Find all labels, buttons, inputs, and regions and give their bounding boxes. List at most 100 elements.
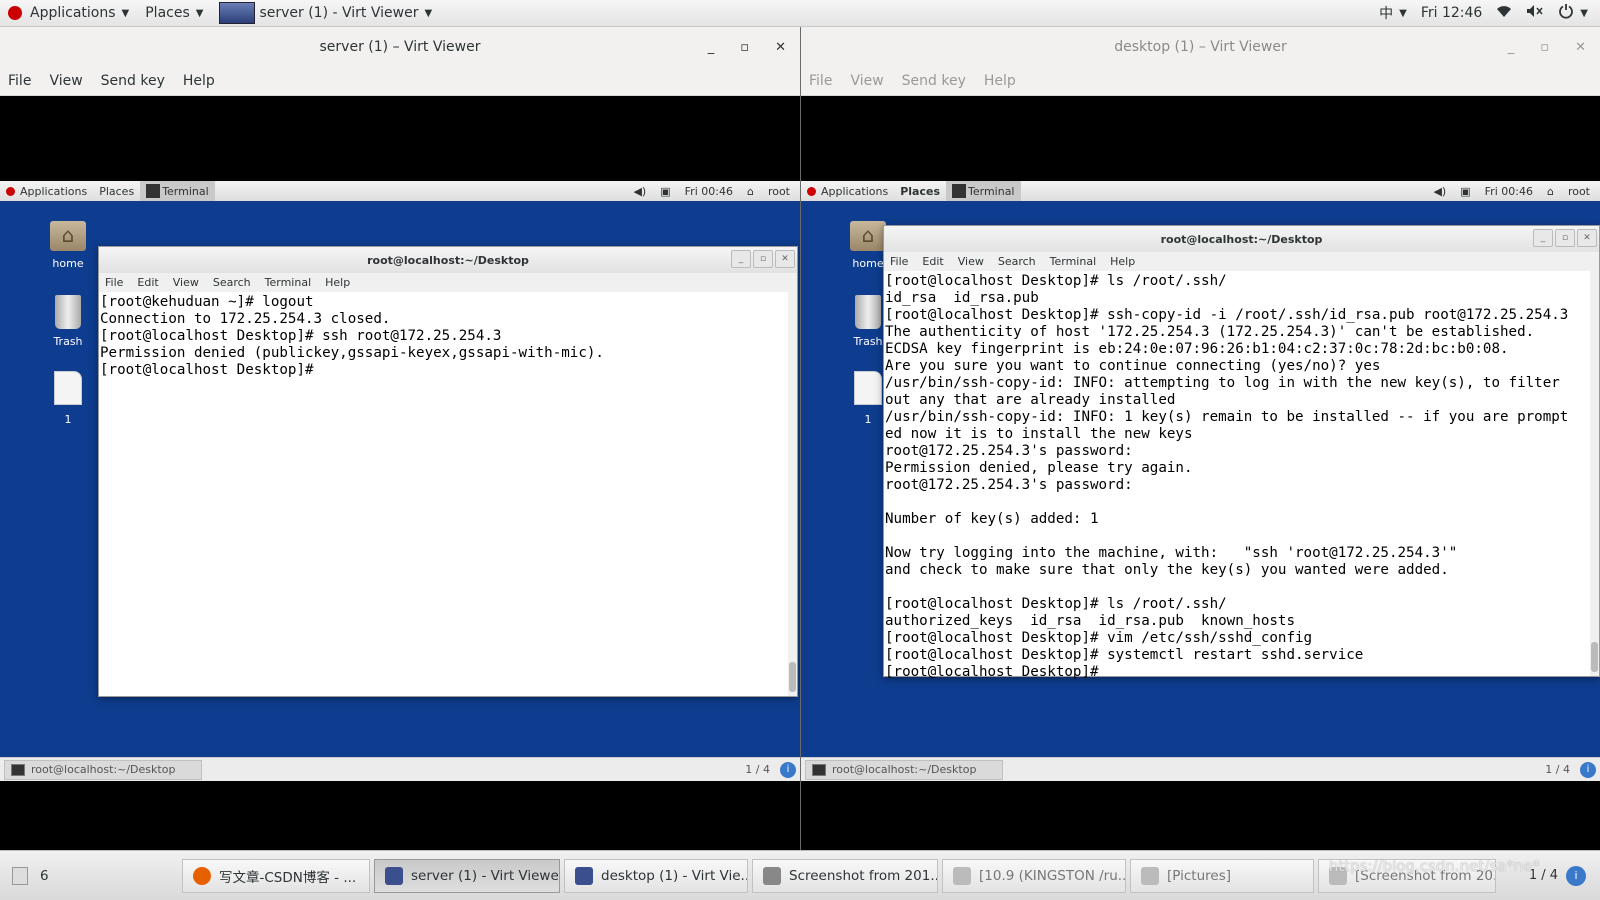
- taskbar-label: server (1) - Virt Viewer: [411, 867, 560, 884]
- term-menu-search[interactable]: Search: [998, 255, 1036, 268]
- scrollbar-thumb[interactable]: [1591, 642, 1598, 672]
- terminal-output[interactable]: [root@localhost Desktop]# ls /root/.ssh/…: [884, 271, 1599, 683]
- term-menu-terminal[interactable]: Terminal: [1050, 255, 1097, 268]
- minimize-icon[interactable]: _: [731, 250, 751, 268]
- maximize-icon[interactable]: ▫: [1540, 40, 1549, 55]
- desktop-icon-label: home: [852, 257, 884, 270]
- menu-send-key[interactable]: Send key: [101, 73, 165, 89]
- taskbar-item-pictures[interactable]: [Pictures]: [1130, 858, 1314, 893]
- file-icon: [54, 371, 82, 405]
- close-icon[interactable]: ✕: [775, 250, 795, 268]
- guest-bottom-bar: root@localhost:~/Desktop 1 / 4 i: [0, 757, 800, 781]
- volume-icon[interactable]: ◀): [1433, 185, 1446, 198]
- guest-task-terminal[interactable]: root@localhost:~/Desktop: [4, 759, 202, 780]
- term-menu-help[interactable]: Help: [325, 276, 350, 289]
- guest-user-menu[interactable]: root: [768, 185, 790, 198]
- volume-icon[interactable]: ◀): [633, 185, 646, 198]
- minimize-icon[interactable]: _: [1533, 229, 1553, 247]
- term-menu-help[interactable]: Help: [1110, 255, 1135, 268]
- guest-applications-menu[interactable]: Applications: [0, 181, 93, 201]
- workspace-pager[interactable]: 1 / 4: [1545, 763, 1570, 776]
- virt-viewer-desktop-window: desktop (1) – Virt Viewer _ ▫ ✕ File Vie…: [801, 27, 1600, 850]
- guest-applications-menu[interactable]: Applications: [801, 181, 894, 201]
- term-menu-terminal[interactable]: Terminal: [265, 276, 312, 289]
- guest-display[interactable]: Applications Places Terminal ◀) ▣ Fri 00…: [801, 181, 1600, 781]
- minimize-icon[interactable]: _: [1508, 40, 1515, 55]
- guest-clock[interactable]: Fri 00:46: [1485, 185, 1533, 198]
- info-icon[interactable]: i: [780, 761, 796, 778]
- term-menu-edit[interactable]: Edit: [922, 255, 943, 268]
- window-title: server (1) – Virt Viewer: [319, 39, 481, 55]
- applications-menu[interactable]: Applications ▼: [0, 0, 137, 27]
- network-icon[interactable]: ▣: [660, 185, 670, 198]
- desktop-icon-trash[interactable]: Trash: [40, 295, 96, 348]
- taskbar-item-server-viewer[interactable]: server (1) - Virt Viewer: [374, 858, 560, 893]
- guest-clock[interactable]: Fri 00:46: [685, 185, 733, 198]
- terminal-output[interactable]: [root@kehuduan ~]# logout Connection to …: [99, 292, 797, 381]
- desktop-icon-label: home: [52, 257, 84, 270]
- menu-file[interactable]: File: [8, 73, 31, 89]
- menu-send-key[interactable]: Send key: [902, 73, 966, 89]
- info-icon[interactable]: i: [1580, 761, 1596, 778]
- workspace-switcher[interactable]: 6: [0, 866, 182, 885]
- taskbar-item-firefox[interactable]: 写文章-CSDN博客 - ...: [182, 858, 370, 893]
- chevron-down-icon: ▼: [1399, 7, 1407, 19]
- scrollbar-thumb[interactable]: [789, 662, 796, 692]
- guest-terminal-label: Terminal: [968, 184, 1015, 198]
- guest-places-label: Places: [99, 184, 135, 198]
- desktop-icon-home[interactable]: home: [40, 221, 96, 270]
- taskbar-item-screenshot[interactable]: Screenshot from 201...: [752, 858, 938, 893]
- menu-file[interactable]: File: [809, 73, 832, 89]
- minimize-icon[interactable]: _: [708, 40, 715, 55]
- terminal-scrollbar[interactable]: [788, 292, 797, 696]
- network-icon[interactable]: ▣: [1460, 185, 1470, 198]
- term-menu-view[interactable]: View: [173, 276, 199, 289]
- input-method-indicator[interactable]: 中: [1379, 3, 1393, 23]
- taskbar-item-editor[interactable]: [10.9 (KINGSTON /ru...: [942, 858, 1126, 893]
- guest-user-menu[interactable]: root: [1568, 185, 1590, 198]
- volume-icon[interactable]: [1526, 4, 1544, 22]
- window-menu[interactable]: server (1) - Virt Viewer ▼: [211, 0, 440, 27]
- guest-display[interactable]: Applications Places Terminal ◀) ▣ Fri 00…: [0, 181, 800, 781]
- virt-viewer-icon: [219, 2, 256, 24]
- term-menu-file[interactable]: File: [890, 255, 908, 268]
- window-titlebar[interactable]: desktop (1) – Virt Viewer _ ▫ ✕: [801, 27, 1600, 67]
- menu-view[interactable]: View: [49, 73, 82, 89]
- maximize-icon[interactable]: ▫: [753, 250, 773, 268]
- info-icon[interactable]: i: [1566, 865, 1586, 886]
- term-menu-file[interactable]: File: [105, 276, 123, 289]
- user-icon[interactable]: ⌂: [1547, 185, 1554, 198]
- window-titlebar[interactable]: server (1) – Virt Viewer _ ▫ ✕: [0, 27, 800, 67]
- power-icon[interactable]: [1558, 3, 1574, 23]
- guest-terminal-menu[interactable]: Terminal: [140, 181, 215, 201]
- guest-places-menu[interactable]: Places: [894, 181, 946, 201]
- terminal-window[interactable]: root@localhost:~/Desktop _ ▫ ✕ File Edit…: [98, 246, 798, 697]
- term-menu-search[interactable]: Search: [213, 276, 251, 289]
- guest-terminal-menu[interactable]: Terminal: [946, 181, 1021, 201]
- maximize-icon[interactable]: ▫: [740, 40, 749, 55]
- maximize-icon[interactable]: ▫: [1555, 229, 1575, 247]
- terminal-scrollbar[interactable]: [1590, 271, 1599, 676]
- workspace-pager[interactable]: 1 / 4: [745, 763, 770, 776]
- term-menu-view[interactable]: View: [958, 255, 984, 268]
- term-menu-edit[interactable]: Edit: [137, 276, 158, 289]
- close-icon[interactable]: ✕: [1577, 229, 1597, 247]
- clock[interactable]: Fri 12:46: [1421, 5, 1482, 21]
- user-icon[interactable]: ⌂: [747, 185, 754, 198]
- desktop-icon-file[interactable]: 1: [40, 371, 96, 426]
- taskbar-item-desktop-viewer[interactable]: desktop (1) - Virt Vie...: [564, 858, 748, 893]
- desktop-icon-label: Trash: [853, 335, 883, 348]
- close-icon[interactable]: ✕: [1575, 40, 1586, 55]
- menu-view[interactable]: View: [850, 73, 883, 89]
- guest-places-menu[interactable]: Places: [93, 181, 140, 201]
- terminal-titlebar[interactable]: root@localhost:~/Desktop _ ▫ ✕: [99, 247, 797, 273]
- guest-task-terminal[interactable]: root@localhost:~/Desktop: [805, 759, 1003, 780]
- wifi-icon[interactable]: [1496, 4, 1512, 22]
- places-menu[interactable]: Places ▼: [137, 0, 211, 27]
- menu-help[interactable]: Help: [183, 73, 215, 89]
- menu-help[interactable]: Help: [984, 73, 1016, 89]
- close-icon[interactable]: ✕: [775, 40, 786, 55]
- guest-top-bar: Applications Places Terminal ◀) ▣ Fri 00…: [0, 181, 800, 201]
- terminal-window[interactable]: root@localhost:~/Desktop _ ▫ ✕ File Edit…: [883, 225, 1600, 680]
- terminal-titlebar[interactable]: root@localhost:~/Desktop _ ▫ ✕: [884, 226, 1599, 252]
